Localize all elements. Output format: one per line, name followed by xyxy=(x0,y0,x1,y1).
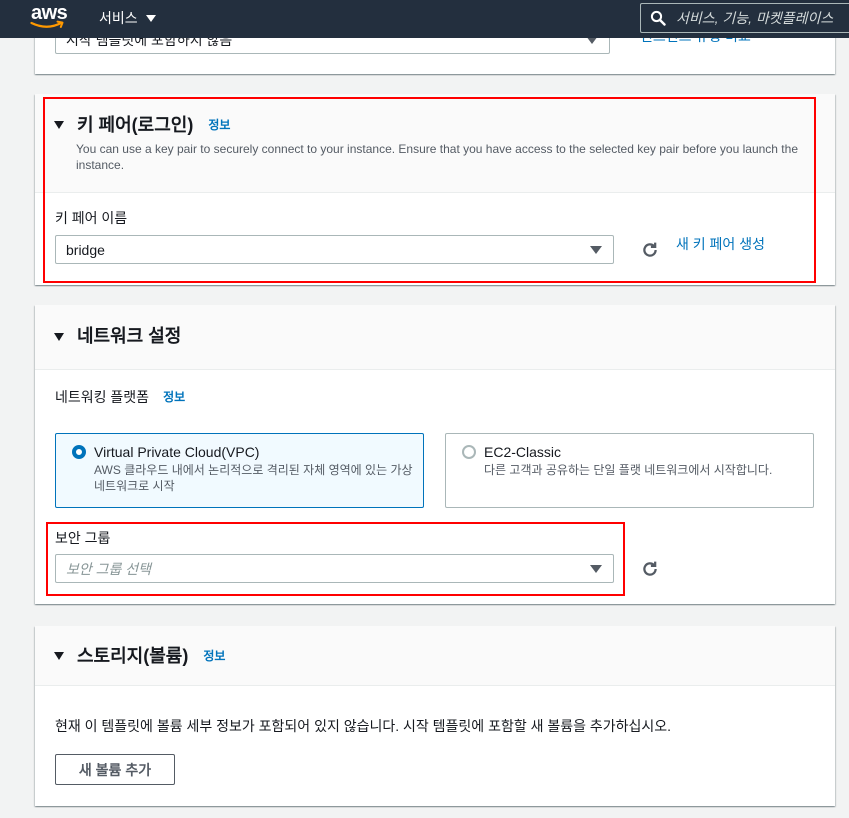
storage-info-link[interactable]: 정보 xyxy=(203,648,225,664)
key-pair-header: 키 페어(로그인) 정보 You can use a key pair to s… xyxy=(35,94,835,193)
networking-platform-info-link[interactable]: 정보 xyxy=(163,389,185,405)
services-label: 서비스 xyxy=(99,10,138,26)
network-settings-header: 네트워크 설정 xyxy=(35,305,835,370)
security-group-select[interactable]: 보안 그룹 선택 xyxy=(55,554,614,583)
top-nav-bar: aws 서비스 xyxy=(0,0,849,38)
refresh-icon[interactable] xyxy=(641,241,659,259)
select-caret-down-icon xyxy=(590,564,602,573)
ec2-classic-radio-button[interactable] xyxy=(462,445,476,459)
services-menu-button[interactable]: 서비스 xyxy=(99,7,156,29)
search-input[interactable] xyxy=(676,4,848,32)
security-group-placeholder: 보안 그룹 선택 xyxy=(66,560,152,577)
key-pair-select-value: bridge xyxy=(66,241,105,258)
security-group-label: 보안 그룹 xyxy=(55,530,111,546)
storage-header: 스토리지(볼륨) 정보 xyxy=(35,626,835,686)
key-pair-card: 키 페어(로그인) 정보 You can use a key pair to s… xyxy=(35,94,835,285)
select-caret-down-icon xyxy=(590,245,602,254)
network-settings-title: 네트워크 설정 xyxy=(77,326,182,346)
key-pair-select[interactable]: bridge xyxy=(55,235,614,264)
storage-volumes-card: 스토리지(볼륨) 정보 현재 이 템플릿에 볼륨 세부 정보가 포함되어 있지 … xyxy=(35,626,835,806)
storage-empty-message: 현재 이 템플릿에 볼륨 세부 정보가 포함되어 있지 않습니다. 시작 템플릿… xyxy=(55,718,672,734)
caret-down-icon xyxy=(145,14,156,22)
search-icon xyxy=(650,10,666,26)
storage-title: 스토리지(볼륨) xyxy=(77,646,189,666)
storage-title-row: 스토리지(볼륨) 정보 xyxy=(77,644,225,668)
section-toggle-caret-icon[interactable] xyxy=(54,333,64,341)
network-title-row: 네트워크 설정 xyxy=(77,324,181,348)
key-pair-name-label: 키 페어 이름 xyxy=(55,210,128,226)
platform-option-vpc[interactable]: Virtual Private Cloud(VPC) AWS 클라우드 내에서 … xyxy=(55,433,424,508)
global-search-box[interactable] xyxy=(640,3,849,33)
create-key-pair-link[interactable]: 새 키 페어 생성 xyxy=(676,234,765,254)
ec2-classic-option-title: EC2-Classic xyxy=(484,444,562,460)
networking-platform-label: 네트워킹 플랫폼 xyxy=(55,389,150,405)
aws-logo[interactable]: aws xyxy=(30,2,68,34)
refresh-icon[interactable] xyxy=(641,560,659,578)
ec2-classic-option-description: 다른 고객과 공유하는 단일 플랫 네트워크에서 시작합니다. xyxy=(484,463,773,477)
add-volume-button[interactable]: 새 볼륨 추가 xyxy=(55,754,175,785)
key-pair-description: You can use a key pair to securely conne… xyxy=(76,142,798,172)
key-pair-title: 키 페어(로그인) xyxy=(77,115,194,135)
section-toggle-caret-icon[interactable] xyxy=(54,121,64,129)
vpc-option-description: AWS 클라우드 내에서 논리적으로 격리된 자체 영역에 있는 가상 네트워크… xyxy=(94,463,413,493)
networking-platform-label-row: 네트워킹 플랫폼 정보 xyxy=(55,387,185,407)
vpc-radio-button[interactable] xyxy=(72,445,86,459)
key-pair-title-row: 키 페어(로그인) 정보 xyxy=(77,113,230,137)
key-pair-info-link[interactable]: 정보 xyxy=(208,117,230,133)
platform-option-ec2-classic[interactable]: EC2-Classic 다른 고객과 공유하는 단일 플랫 네트워크에서 시작합… xyxy=(445,433,814,508)
aws-smile-icon xyxy=(30,20,64,28)
section-toggle-caret-icon[interactable] xyxy=(54,652,64,660)
network-settings-card: 네트워크 설정 네트워킹 플랫폼 정보 Virtual Private Clou… xyxy=(35,305,835,604)
vpc-option-title: Virtual Private Cloud(VPC) xyxy=(94,444,260,460)
